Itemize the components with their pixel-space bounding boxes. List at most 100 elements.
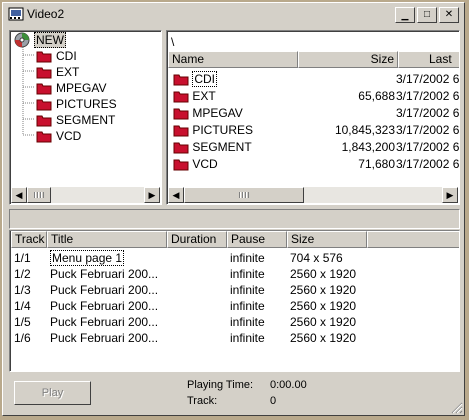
column-header-size[interactable]: Size [298,51,398,68]
maximize-button[interactable]: □ [417,7,437,23]
tree-item-mpegav[interactable]: MPEGAV [36,80,106,96]
close-button[interactable]: ✕ [439,7,459,23]
track-number: 1/1 [14,251,31,265]
video-app-icon [8,7,24,21]
file-date: 3/17/2002 6 [396,106,460,120]
track-value: 0 [270,395,277,407]
file-size: 65,688 [358,89,395,103]
file-list-pane[interactable]: \ Name Size Last CDI 3/17/2002 6 EXT 65,… [166,30,460,205]
column-header-size[interactable]: Size [287,231,367,248]
track-label: Track: [187,395,218,407]
column-header-track[interactable]: Track [11,231,47,248]
scroll-left-button[interactable]: ◀ [168,187,184,203]
tree-item-label: VCD [56,129,82,143]
tree-item-label: EXT [56,65,80,79]
track-number: 1/5 [14,315,31,329]
column-header-duration[interactable]: Duration [167,231,227,248]
folder-tree-pane[interactable]: NEW CDI EXT MPEGAV PICTURES SEGMENT VCD … [9,30,162,205]
file-date: 3/17/2002 6 [396,140,460,154]
track-title-text: Menu page 1 [50,250,125,266]
track-pause: infinite [230,331,265,345]
track-pause: infinite [230,299,265,313]
track-title[interactable]: Puck Februari 200... [50,330,165,346]
scroll-thumb[interactable] [27,187,51,203]
folder-icon [173,108,189,120]
grip-icon [34,192,44,198]
splitter-bar[interactable] [9,209,460,229]
tree-item-segment[interactable]: SEGMENT [36,112,115,128]
scroll-left-button[interactable]: ◀ [11,187,27,203]
folder-icon [173,159,189,171]
file-date: 3/17/2002 6 [396,72,460,86]
tree-item-cdi[interactable]: CDI [36,48,77,64]
folder-icon [36,83,52,94]
list-item[interactable]: CDI [173,71,218,87]
track-title[interactable]: Menu page 1 [50,250,165,266]
maximize-icon: □ [423,9,431,20]
file-name: PICTURES [192,123,254,137]
folder-icon [173,125,189,137]
tree-item-label: MPEGAV [56,81,107,95]
track-number: 1/3 [14,283,31,297]
tree-item-label: CDI [56,49,77,63]
tree-item-ext[interactable]: EXT [36,64,79,80]
file-date: 3/17/2002 6 [396,89,460,103]
list-item[interactable]: PICTURES [173,122,253,138]
chevron-right-icon: ▶ [446,189,454,200]
file-name: CDI [192,71,218,87]
scroll-right-button[interactable]: ▶ [442,187,458,203]
tree-horizontal-scrollbar[interactable]: ◀ ▶ [11,187,160,203]
track-size: 2560 x 1920 [290,283,357,297]
column-header-title[interactable]: Title [47,231,167,248]
list-item[interactable]: EXT [173,88,216,104]
track-title[interactable]: Puck Februari 200... [50,298,165,314]
close-icon: ✕ [444,9,454,20]
file-date: 3/17/2002 6 [396,157,460,171]
column-header-name[interactable]: Name [168,51,298,68]
folder-icon [36,51,52,62]
track-list-pane[interactable]: Track Title Duration Pause Size 1/1 Menu… [9,230,460,372]
title-bar[interactable]: Video2 ▁ □ ✕ [3,3,464,25]
file-list-header: Name Size Last [168,51,459,68]
file-size: 10,845,323 [334,123,395,137]
column-header-pause[interactable]: Pause [227,231,287,248]
file-name: EXT [192,89,216,103]
scroll-thumb[interactable] [184,187,304,203]
minimize-icon: ▁ [401,9,409,20]
track-number: 1/4 [14,299,31,313]
tree-root-label: NEW [34,32,66,48]
column-header-last[interactable]: Last [398,51,459,68]
tree-item-pictures[interactable]: PICTURES [36,96,117,112]
list-item[interactable]: VCD [173,156,218,172]
folder-icon [173,74,189,86]
chevron-right-icon: ▶ [148,189,156,200]
track-title[interactable]: Puck Februari 200... [50,266,165,282]
folder-icon [173,91,189,103]
list-item[interactable]: SEGMENT [173,139,252,155]
column-header-empty [367,231,459,248]
track-size: 2560 x 1920 [290,331,357,345]
play-button[interactable]: Play [14,381,91,405]
track-size: 2560 x 1920 [290,315,357,329]
disc-icon [14,32,30,48]
file-list-horizontal-scrollbar[interactable]: ◀ ▶ [168,187,458,203]
playing-time-label: Playing Time: [187,379,254,391]
track-pause: infinite [230,283,265,297]
track-list-header: Track Title Duration Pause Size [11,231,459,248]
folder-icon [36,67,52,78]
resize-grip-icon[interactable] [451,402,463,414]
file-name: SEGMENT [192,140,252,154]
track-title[interactable]: Puck Februari 200... [50,282,165,298]
minimize-button[interactable]: ▁ [395,7,415,23]
tree-item-label: SEGMENT [56,113,116,127]
file-date: 3/17/2002 6 [396,123,460,137]
track-title[interactable]: Puck Februari 200... [50,314,165,330]
tree-item-label: PICTURES [56,97,117,111]
current-path: \ [171,35,175,49]
track-pause: infinite [230,251,265,265]
tree-item-vcd[interactable]: VCD [36,128,81,144]
list-item[interactable]: MPEGAV [173,105,243,121]
scroll-right-button[interactable]: ▶ [144,187,160,203]
tree-root[interactable]: NEW [14,32,66,48]
file-name: MPEGAV [192,106,243,120]
